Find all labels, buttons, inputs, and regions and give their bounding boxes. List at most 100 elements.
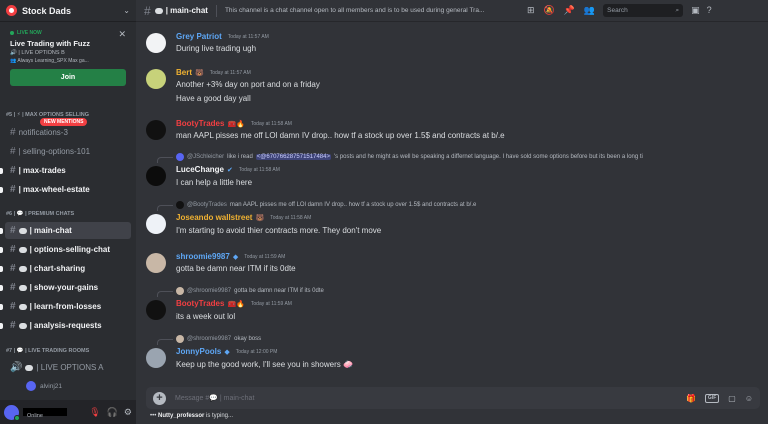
add-attachment-icon[interactable]: +: [153, 391, 166, 405]
search-input[interactable]: Search ⌕: [603, 4, 684, 17]
gif-icon[interactable]: GIF: [704, 393, 720, 403]
reply-connector: [157, 157, 173, 163]
emoji-icon: 🧼: [342, 360, 353, 369]
avatar[interactable]: [146, 214, 166, 234]
reply-preview[interactable]: @shroomie9987 okay boss: [176, 335, 261, 343]
avatar[interactable]: [146, 166, 166, 186]
help-icon[interactable]: ?: [707, 5, 712, 16]
avatar[interactable]: [146, 348, 166, 368]
message-list: Grey Patriot Today at 11:57 AM During li…: [136, 23, 768, 383]
hash-icon: #: [10, 225, 16, 236]
hash-icon: #: [10, 146, 16, 157]
reply-author: @shroomie9987: [187, 288, 232, 294]
unread-indicator: [0, 284, 3, 291]
avatar[interactable]: [4, 404, 20, 421]
reply-author: @BootyTrades: [187, 202, 227, 208]
reply-preview[interactable]: @JSchleicher like i read <@6707662875715…: [176, 153, 643, 161]
unread-indicator: [0, 322, 3, 329]
hash-icon: #: [10, 127, 16, 138]
mic-muted-icon[interactable]: 🎙: [89, 407, 100, 418]
channel-main-chat[interactable]: # | main-chat: [0, 222, 131, 239]
channel-options-selling-chat[interactable]: # | options-selling-chat: [0, 241, 131, 258]
avatar[interactable]: [146, 300, 166, 320]
speech-bubble-icon: [154, 7, 163, 14]
channel-learn-from-losses[interactable]: # | learn-from-losses: [0, 298, 131, 315]
verified-icon: ✔: [227, 166, 233, 174]
message-composer[interactable]: + Message #💬 | main-chat 🎁 GIF ▢ ☺: [146, 387, 760, 409]
server-header[interactable]: Stock Dads ⌄: [0, 0, 136, 22]
unread-indicator: [0, 303, 3, 310]
message-author[interactable]: Grey Patriot: [176, 32, 222, 41]
message-text: During live trading ugh: [176, 44, 257, 53]
pin-icon[interactable]: 📌: [564, 5, 575, 16]
hash-icon: #: [10, 263, 16, 274]
avatar: [176, 153, 184, 161]
channel-max-trades[interactable]: # | max-trades: [0, 162, 131, 179]
reply-connector: [157, 339, 173, 345]
notification-bell-muted-icon[interactable]: 🔕: [543, 5, 554, 16]
reply-author: @shroomie9987: [187, 336, 232, 342]
reply-text: gotta be damn near ITM if its 0dte: [234, 288, 324, 294]
channel-label: | show-your-gains: [29, 283, 99, 292]
speech-bubble-icon: [18, 246, 27, 253]
category-live-trading-rooms[interactable]: #7 | 💬 | LIVE TRADING ROOMS: [6, 348, 89, 354]
channel-header: # | main-chat This channel is a chat cha…: [136, 0, 768, 22]
sticker-icon[interactable]: ▢: [728, 394, 736, 403]
speech-bubble-icon: [18, 265, 27, 272]
message-author[interactable]: JonnyPools: [176, 347, 221, 356]
user-mention[interactable]: <@670766287571517484>: [255, 154, 331, 160]
message-author[interactable]: Bert: [176, 68, 192, 77]
channel-sidebar: Stock Dads ⌄ LIVE NOW ✕ Live Trading wit…: [0, 0, 136, 424]
voice-participant[interactable]: alvinj21: [26, 381, 62, 391]
channel-notifications[interactable]: # notifications-3: [5, 124, 131, 141]
message-text: Have a good day yall: [176, 94, 251, 103]
message-timestamp: Today at 11:57 AM: [227, 33, 269, 40]
reply-preview[interactable]: @BootyTrades man AAPL pisses me off LOl …: [176, 201, 476, 209]
join-button[interactable]: Join: [10, 69, 126, 86]
message-input[interactable]: Message #💬 | main-chat: [175, 394, 686, 402]
threads-icon[interactable]: ⊞: [527, 5, 535, 16]
channel-topic[interactable]: This channel is a chat channel open to a…: [225, 7, 521, 14]
divider: [215, 4, 217, 17]
member-list-icon[interactable]: 👥: [584, 5, 595, 16]
channel-label: | analysis-requests: [29, 321, 102, 330]
avatar[interactable]: [146, 253, 166, 273]
channel-label: | max-wheel-estate: [18, 185, 90, 194]
message-author[interactable]: BootyTrades: [176, 299, 224, 308]
message-text: Keep up the good work, I'll see you in s…: [176, 360, 341, 369]
channel-chart-sharing[interactable]: # | chart-sharing: [0, 260, 131, 277]
user-panel: Online 🎙 🎧 ⚙: [0, 400, 136, 424]
message-text: I can help a little here: [176, 178, 253, 187]
channel-analysis-requests[interactable]: # | analysis-requests: [0, 317, 131, 334]
emoji-picker-icon[interactable]: ☺: [745, 394, 753, 403]
avatar[interactable]: [146, 69, 166, 89]
message-author[interactable]: LuceChange: [176, 165, 224, 174]
role-badge-icon: 🧰🔥: [227, 300, 245, 308]
channel-show-your-gains[interactable]: # | show-your-gains: [0, 279, 131, 296]
close-icon[interactable]: ✕: [118, 29, 126, 40]
message-author[interactable]: BootyTrades: [176, 119, 224, 128]
headphones-icon[interactable]: 🎧: [107, 407, 118, 418]
channel-max-wheel-estate[interactable]: # | max-wheel-estate: [0, 181, 131, 198]
channel-label: | chart-sharing: [29, 264, 86, 273]
chevron-down-icon[interactable]: ⌄: [123, 6, 130, 15]
avatar: [176, 287, 184, 295]
voice-channel-live-options-a[interactable]: 🔊 | LIVE OPTIONS A: [5, 359, 131, 376]
channel-label: | main-chat: [29, 226, 72, 235]
category-premium-chats[interactable]: #6 | 💬 | PREMIUM CHATS: [6, 211, 74, 217]
avatar[interactable]: [146, 33, 166, 53]
gear-icon[interactable]: ⚙: [124, 407, 132, 418]
gift-icon[interactable]: 🎁: [686, 394, 696, 403]
reply-preview[interactable]: @shroomie9987 gotta be damn near ITM if …: [176, 287, 324, 295]
avatar[interactable]: [146, 120, 166, 140]
server-name: Stock Dads: [22, 5, 72, 16]
channel-label: | selling-options-101: [18, 147, 91, 156]
role-badge-icon: 🐻: [195, 69, 204, 77]
channel-label: | LIVE OPTIONS A: [36, 363, 104, 372]
channel-selling-options-101[interactable]: # | selling-options-101: [5, 143, 131, 160]
message-author[interactable]: shroomie9987: [176, 252, 230, 261]
message-text: gotta be damn near ITM if its 0dte: [176, 264, 296, 273]
inbox-icon[interactable]: ▣: [691, 5, 700, 16]
message-text: Another +3% day on port and on a friday: [176, 80, 320, 89]
message-author[interactable]: Joseando wallstreet: [176, 213, 252, 222]
